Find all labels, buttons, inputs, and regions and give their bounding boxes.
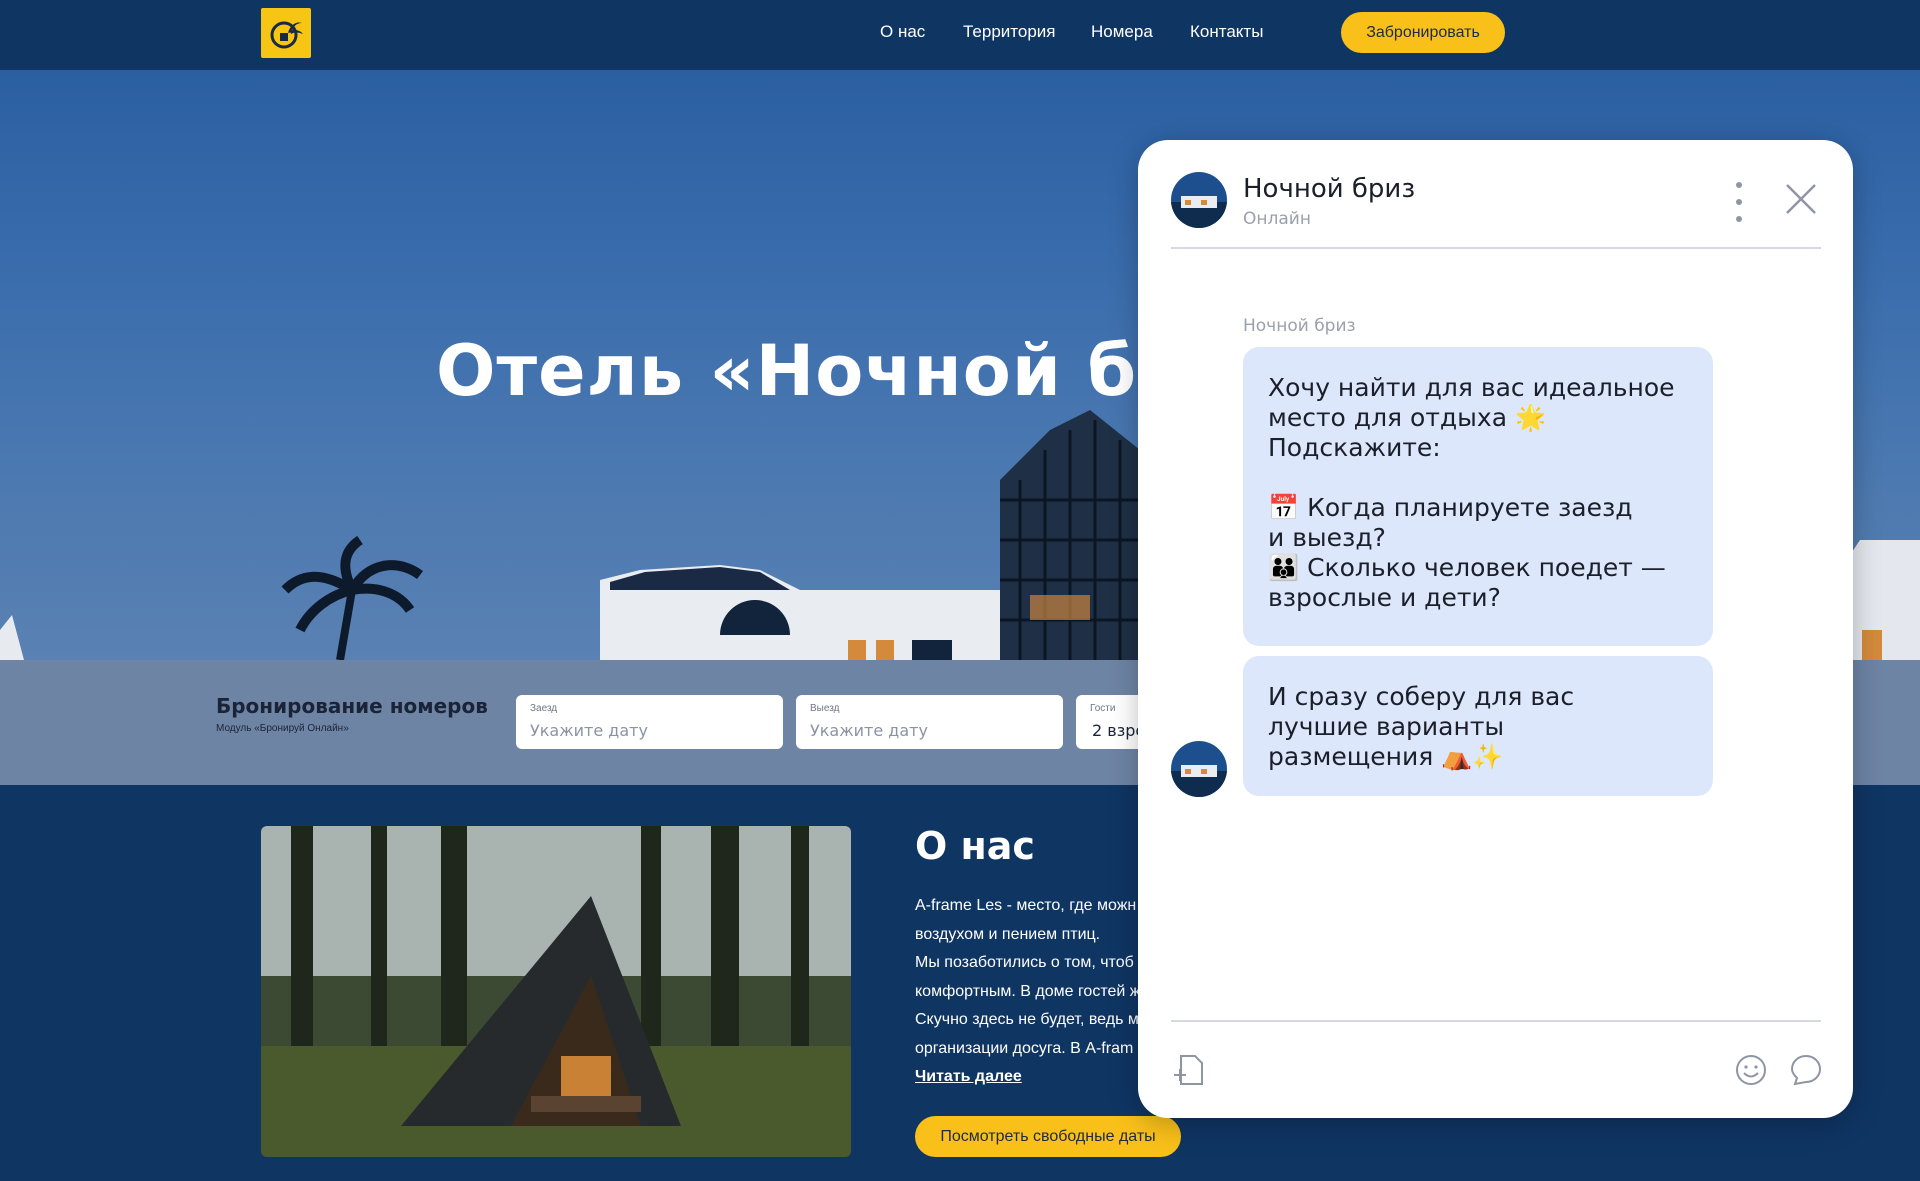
about-line: A-frame Les - место, где можн	[915, 897, 1137, 914]
nav-rooms[interactable]: Номера	[1091, 22, 1153, 42]
chat-header-divider	[1171, 247, 1821, 249]
checkout-placeholder: Укажите дату	[810, 721, 928, 740]
hero-title: Отель «Ночной б	[436, 330, 1138, 412]
nav-about[interactable]: О нас	[880, 22, 925, 42]
hotel-logo[interactable]	[261, 8, 311, 58]
booking-subtitle: Модуль «Бронируй Онлайн»	[216, 723, 349, 734]
close-icon[interactable]	[1784, 182, 1818, 216]
aframe-cabin-image	[261, 826, 851, 1157]
top-navbar: О нас Территория Номера Контакты Заброни…	[0, 0, 1920, 70]
attach-file-icon[interactable]	[1171, 1053, 1205, 1087]
message-text: Хочу найти для вас идеальное место для о…	[1268, 373, 1675, 612]
about-line: организации досуга. В A-fram	[915, 1039, 1134, 1057]
read-more-link[interactable]: Читать далее	[915, 1068, 1022, 1086]
palm-logo-icon	[270, 21, 303, 49]
more-options-icon[interactable]	[1732, 182, 1746, 222]
about-text: A-frame Les - место, где можн воздухом и…	[915, 892, 1145, 1063]
emoji-icon[interactable]	[1734, 1053, 1768, 1087]
about-line: Скучно здесь не будет, ведь м	[915, 1011, 1139, 1028]
send-message-icon[interactable]	[1789, 1053, 1823, 1087]
checkout-field[interactable]: Выезд Укажите дату	[796, 695, 1063, 749]
about-title: О нас	[915, 824, 1035, 868]
message-avatar	[1171, 741, 1227, 797]
nav-contacts[interactable]: Контакты	[1190, 22, 1263, 42]
chat-widget: Ночной бриз Онлайн Ночной бриз Хочу найт…	[1138, 140, 1853, 1118]
forest-cabin-illustration	[261, 826, 851, 1157]
checkin-field[interactable]: Заезд Укажите дату	[516, 695, 783, 749]
chat-status: Онлайн	[1243, 209, 1311, 229]
hotel-avatar-icon	[1171, 172, 1227, 228]
message-text: И сразу соберу для вас лучшие варианты р…	[1268, 682, 1575, 771]
booking-title: Бронирование номеров	[216, 694, 488, 718]
chat-title: Ночной бриз	[1243, 174, 1416, 204]
about-line: комфортным. В доме гостей ж	[915, 982, 1141, 1000]
checkin-placeholder: Укажите дату	[530, 721, 648, 740]
chat-message: Хочу найти для вас идеальное место для о…	[1243, 347, 1713, 646]
chat-avatar	[1171, 172, 1227, 228]
about-line: воздухом и пением птиц.	[915, 925, 1101, 943]
checkin-label: Заезд	[530, 703, 558, 714]
checkout-label: Выезд	[810, 703, 840, 714]
book-button[interactable]: Забронировать	[1341, 12, 1505, 53]
guests-label: Гости	[1090, 703, 1116, 714]
chat-message: И сразу соберу для вас лучшие варианты р…	[1243, 656, 1713, 796]
about-line: Мы позаботились о том, чтоб	[915, 954, 1134, 971]
free-dates-button[interactable]: Посмотреть свободные даты	[915, 1116, 1181, 1157]
hotel-avatar-icon	[1171, 741, 1227, 797]
message-sender: Ночной бриз	[1243, 316, 1356, 336]
composer-divider	[1171, 1020, 1821, 1022]
nav-territory[interactable]: Территория	[963, 22, 1056, 42]
